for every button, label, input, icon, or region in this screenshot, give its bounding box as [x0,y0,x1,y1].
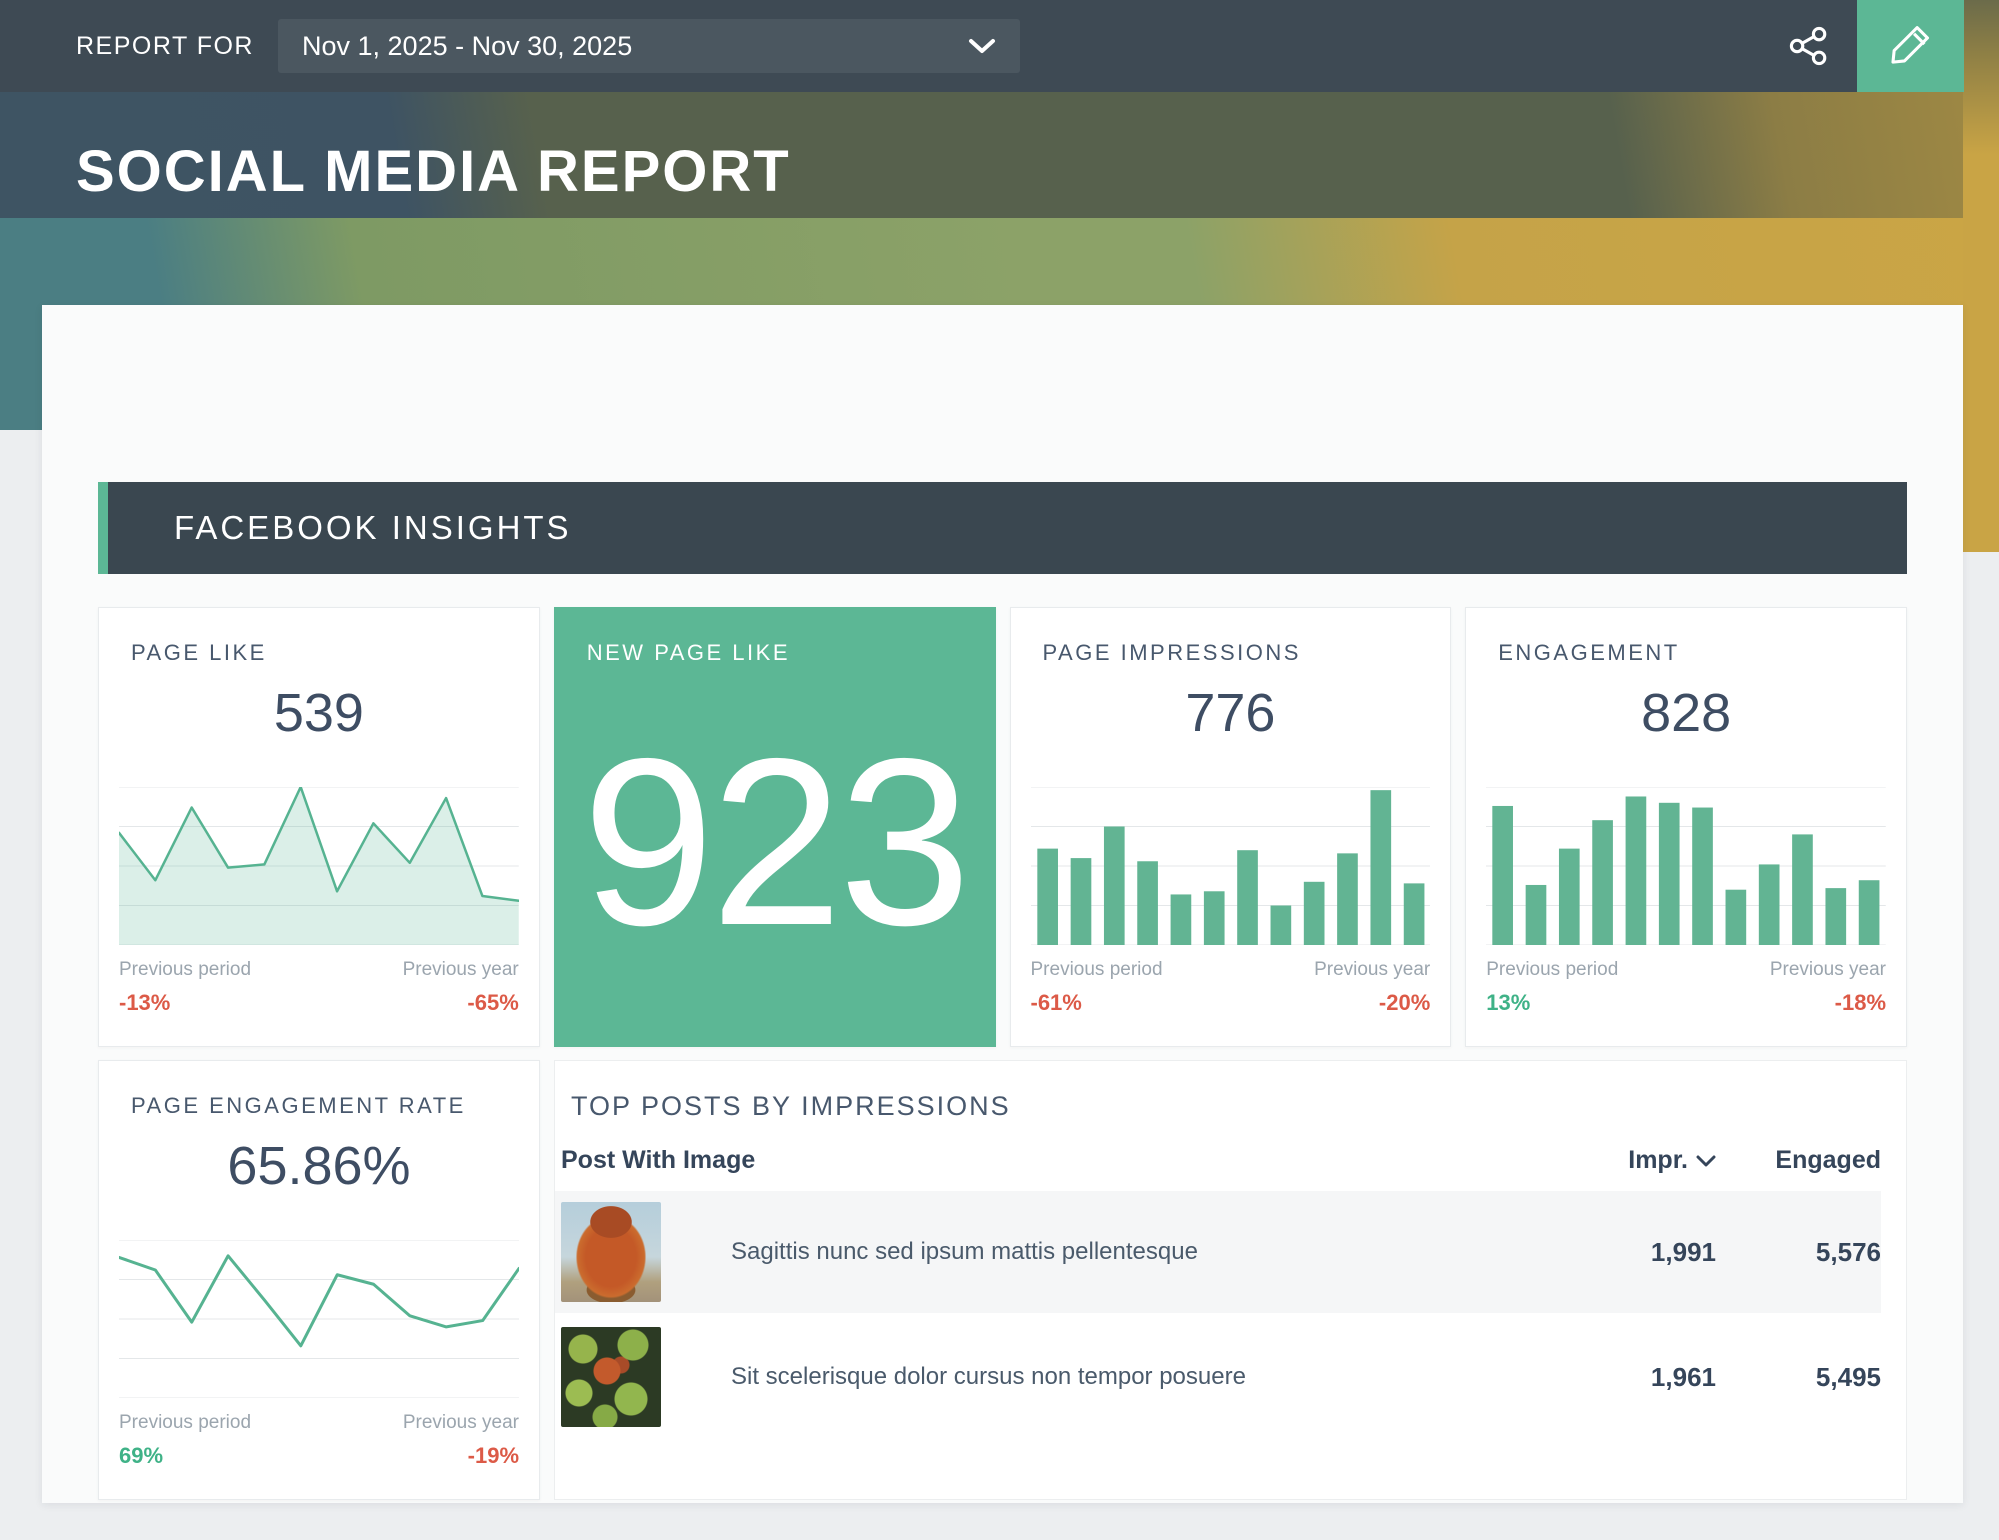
chevron-down-icon [968,38,996,54]
edit-button[interactable] [1857,0,1964,92]
card-title: PAGE IMPRESSIONS [1043,640,1431,666]
topbar: REPORT FOR Nov 1, 2025 - Nov 30, 2025 [0,0,1964,92]
previous-period-label: Previous period [119,1412,251,1434]
top-posts-title: TOP POSTS BY IMPRESSIONS [571,1091,1881,1122]
share-icon [1787,24,1831,68]
previous-period-label: Previous period [119,959,251,981]
previous-period-value: -61% [1031,990,1082,1016]
previous-period-value: 13% [1486,990,1530,1016]
card-footer-values: 69% -19% [119,1443,519,1469]
page-like-chart [119,787,519,945]
section-accent-bar [98,482,108,574]
card-value: 828 [1486,682,1886,744]
post-engaged: 5,495 [1716,1362,1881,1393]
engagement-chart [1486,787,1886,945]
card-footer-labels: Previous period Previous year [1486,959,1886,981]
report-card: FACEBOOK INSIGHTS PAGE LIKE 539 Previous… [42,305,1963,1503]
previous-year-value: -18% [1835,990,1886,1016]
page: REPORT FOR Nov 1, 2025 - Nov 30, 2025 [0,0,1999,1540]
second-row: PAGE ENGAGEMENT RATE 65.86% Previous per… [98,1060,1907,1500]
card-footer-labels: Previous period Previous year [1031,959,1431,981]
top-posts-panel: TOP POSTS BY IMPRESSIONS Post With Image… [554,1060,1907,1500]
stat-card-page-like: PAGE LIKE 539 Previous period Previous y… [98,607,540,1047]
previous-year-label: Previous year [403,959,519,981]
page-title: SOCIAL MEDIA REPORT [76,138,791,205]
column-header-engaged[interactable]: Engaged [1716,1146,1881,1175]
previous-period-value: -13% [119,990,170,1016]
post-impressions: 1,961 [1551,1362,1716,1393]
previous-year-value: -65% [467,990,518,1016]
card-title: PAGE ENGAGEMENT RATE [131,1093,519,1119]
sort-chevron-down-icon [1696,1155,1716,1167]
card-title: PAGE LIKE [131,640,519,666]
stat-card-page-impressions: PAGE IMPRESSIONS 776 Previous period Pre… [1010,607,1452,1047]
post-impressions: 1,991 [1551,1237,1716,1268]
stat-card-new-page-like: NEW PAGE LIKE 923 [554,607,996,1047]
banner-gold-band [1963,0,1999,552]
card-value: 776 [1031,682,1431,744]
post-row: Sit scelerisque dolor cursus non tempor … [555,1316,1881,1438]
post-thumbnail [561,1327,661,1427]
previous-year-label: Previous year [1770,959,1886,981]
page-impressions-chart [1031,787,1431,945]
card-footer-labels: Previous period Previous year [119,959,519,981]
stat-card-page-engagement-rate: PAGE ENGAGEMENT RATE 65.86% Previous per… [98,1060,540,1500]
post-thumbnail [561,1202,661,1302]
card-value: 923 [575,670,975,1016]
card-title: NEW PAGE LIKE [587,640,975,666]
section-header-facebook-insights: FACEBOOK INSIGHTS [98,482,1907,574]
report-for-label: REPORT FOR [76,32,254,61]
stat-cards-row: PAGE LIKE 539 Previous period Previous y… [98,607,1907,1047]
post-engaged: 5,576 [1716,1237,1881,1268]
card-value: 65.86% [119,1135,519,1197]
topbar-actions [1761,0,1964,92]
column-header-post: Post With Image [561,1146,1551,1175]
previous-year-label: Previous year [1314,959,1430,981]
card-footer-values: -61% -20% [1031,990,1431,1016]
date-range-value: Nov 1, 2025 - Nov 30, 2025 [302,31,968,62]
stat-card-engagement: ENGAGEMENT 828 Previous period Previous … [1465,607,1907,1047]
previous-year-label: Previous year [403,1412,519,1434]
post-text: Sagittis nunc sed ipsum mattis pellentes… [731,1238,1551,1266]
previous-year-value: -19% [468,1443,519,1469]
column-header-impressions[interactable]: Impr. [1551,1146,1716,1175]
pencil-icon [1888,23,1934,69]
top-posts-table-header: Post With Image Impr. Engaged [555,1146,1881,1191]
previous-period-label: Previous period [1486,959,1618,981]
card-footer-values: 13% -18% [1486,990,1886,1016]
post-text: Sit scelerisque dolor cursus non tempor … [731,1363,1551,1391]
section-title: FACEBOOK INSIGHTS [98,509,572,547]
card-footer-labels: Previous period Previous year [119,1412,519,1434]
date-range-dropdown[interactable]: Nov 1, 2025 - Nov 30, 2025 [278,19,1020,73]
card-footer-values: -13% -65% [119,990,519,1016]
post-row: Sagittis nunc sed ipsum mattis pellentes… [555,1191,1881,1313]
card-title: ENGAGEMENT [1498,640,1886,666]
impressions-header-label: Impr. [1628,1146,1688,1175]
page-engagement-rate-chart [119,1240,519,1398]
share-button[interactable] [1761,0,1857,92]
previous-period-label: Previous period [1031,959,1163,981]
previous-year-value: -20% [1379,990,1430,1016]
previous-period-value: 69% [119,1443,163,1469]
card-value: 539 [119,682,519,744]
